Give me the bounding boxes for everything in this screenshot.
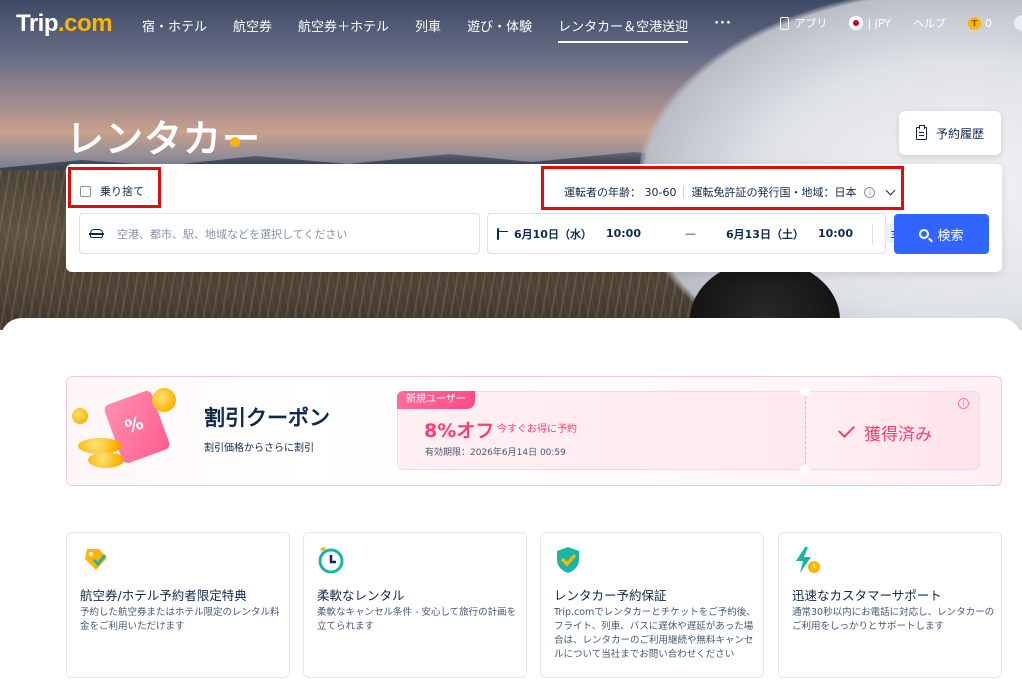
clipboard-icon (915, 124, 927, 140)
search-button[interactable]: 検索 (894, 214, 989, 254)
feature-card-support: 迅速なカスタマーサポート 通常30秒以内にお電話に対応し、レンタカーのご利用をし… (778, 532, 1002, 678)
nav-flight-hotel[interactable]: 航空券＋ホテル (298, 16, 389, 43)
car-icon (89, 229, 104, 238)
return-date[interactable]: 6月13日（土） (726, 226, 804, 242)
coupon-title: 割引クーポン (204, 406, 330, 430)
japan-flag-icon (849, 16, 864, 30)
feature-description: 柔軟なキャンセル条件 - 安心して旅行の計画を立てられます (317, 607, 517, 632)
coin-icon-4 (72, 408, 88, 424)
app-label: アプリ (794, 17, 828, 30)
return-time[interactable]: 10:00 (818, 227, 853, 240)
coupon-expiry: 有効期限：2026年6月14日 00:59 (425, 448, 566, 458)
nav-more-menu[interactable]: ··· (714, 16, 732, 43)
trip-coins[interactable]: T 0 (968, 16, 992, 30)
nav-trains[interactable]: 列車 (415, 16, 441, 43)
nav-flights[interactable]: 航空券 (233, 16, 272, 43)
clock-icon (318, 546, 344, 574)
price-tag-icon (85, 549, 107, 570)
feature-description: 予約した航空券またはホテル限定のレンタル料金をご利用いただけます (80, 607, 280, 632)
pickup-location-input[interactable]: 空港、都市、駅、地域などを選択してください (79, 213, 480, 254)
location-placeholder: 空港、都市、駅、地域などを選択してください (117, 227, 348, 241)
search-button-label: 検索 (937, 228, 964, 244)
coupon-subtitle: 割引価格からさらに割引 (204, 443, 314, 454)
discount-tagline: 今すぐお得に予約 (497, 424, 577, 435)
coupon-info-icon[interactable]: i (958, 398, 969, 409)
highlight-box-driver (541, 166, 904, 210)
calendar-icon (497, 227, 508, 240)
feature-title: レンタカー予約保証 (554, 588, 667, 603)
nav-car-rental[interactable]: レンタカー＆空港送迎 (558, 16, 689, 43)
header-utilities: アプリ | JPY ヘルプ T 0 (780, 15, 1022, 31)
app-link[interactable]: アプリ (780, 15, 827, 31)
phone-icon (780, 16, 790, 30)
new-user-badge: 新規ユーザー (397, 391, 475, 409)
coin-count: 0 (985, 16, 992, 30)
booking-history-label: 予約履歴 (935, 126, 984, 141)
date-range-picker[interactable]: 6月10日（水） 10:00 — 6月13日（土） 10:00 3日間 (487, 213, 923, 254)
feature-card-guarantee: レンタカー予約保証 Trip.comでレンタカーとチケットをご予約後、フライト、… (540, 532, 764, 678)
shield-check-icon (557, 547, 579, 573)
lightning-support-icon (796, 547, 820, 573)
claimed-status: 獲得済み (838, 420, 932, 445)
feature-description: Trip.comでレンタカーとチケットをご予約後、フライト、列車、バスに遅休や遅… (554, 607, 756, 660)
search-icon (919, 229, 930, 239)
page-title: レンタカー (66, 117, 262, 161)
nav-activities[interactable]: 遊び・体験 (467, 16, 532, 43)
feature-card-flexible: 柔軟なレンタル 柔軟なキャンセル条件 - 安心して旅行の計画を立てられます (303, 532, 527, 678)
highlight-box-oneway (68, 167, 161, 208)
coin-icon: T (968, 16, 981, 30)
ticket-notch-top (800, 386, 810, 396)
coin-icon-3 (88, 452, 124, 468)
avatar[interactable] (1014, 15, 1022, 31)
coin-icon-1 (152, 388, 176, 412)
pickup-date[interactable]: 6月10日（水） (514, 226, 592, 242)
title-accent-dot (230, 137, 240, 147)
top-header: Trip.com 宿・ホテル 航空券 航空券＋ホテル 列車 遊び・体験 レンタカ… (0, 0, 1022, 50)
content-area-top (0, 318, 1022, 358)
currency-selector[interactable]: | JPY (849, 16, 891, 30)
feature-title: 柔軟なレンタル (317, 588, 405, 603)
booking-history-button[interactable]: 予約履歴 (899, 111, 1001, 155)
nav-hotels[interactable]: 宿・ホテル (142, 16, 207, 43)
feature-title: 迅速なカスタマーサポート (792, 588, 942, 603)
main-nav: 宿・ホテル 航空券 航空券＋ホテル 列車 遊び・体験 レンタカー＆空港送迎 ··… (142, 16, 758, 43)
claimed-label: 獲得済み (864, 425, 932, 445)
feature-description: 通常30秒以内にお電話に対応し、レンタカーのご利用をしっかりとサポートします (792, 607, 995, 632)
help-label: ヘルプ (913, 17, 946, 30)
feature-title: 航空券/ホテル予約者限定特典 (80, 588, 247, 603)
currency-label: | JPY (867, 16, 891, 30)
help-link[interactable]: ヘルプ (913, 15, 946, 31)
tripcom-logo[interactable]: Trip.com (16, 10, 113, 38)
discount-value: 8%オフ (424, 420, 495, 442)
date-separator: — (684, 227, 696, 240)
pickup-time[interactable]: 10:00 (606, 227, 641, 240)
feature-card-exclusive: 航空券/ホテル予約者限定特典 予約した航空券またはホテル限定のレンタル料金をご利… (66, 532, 290, 678)
ticket-notch-bottom (800, 465, 810, 475)
